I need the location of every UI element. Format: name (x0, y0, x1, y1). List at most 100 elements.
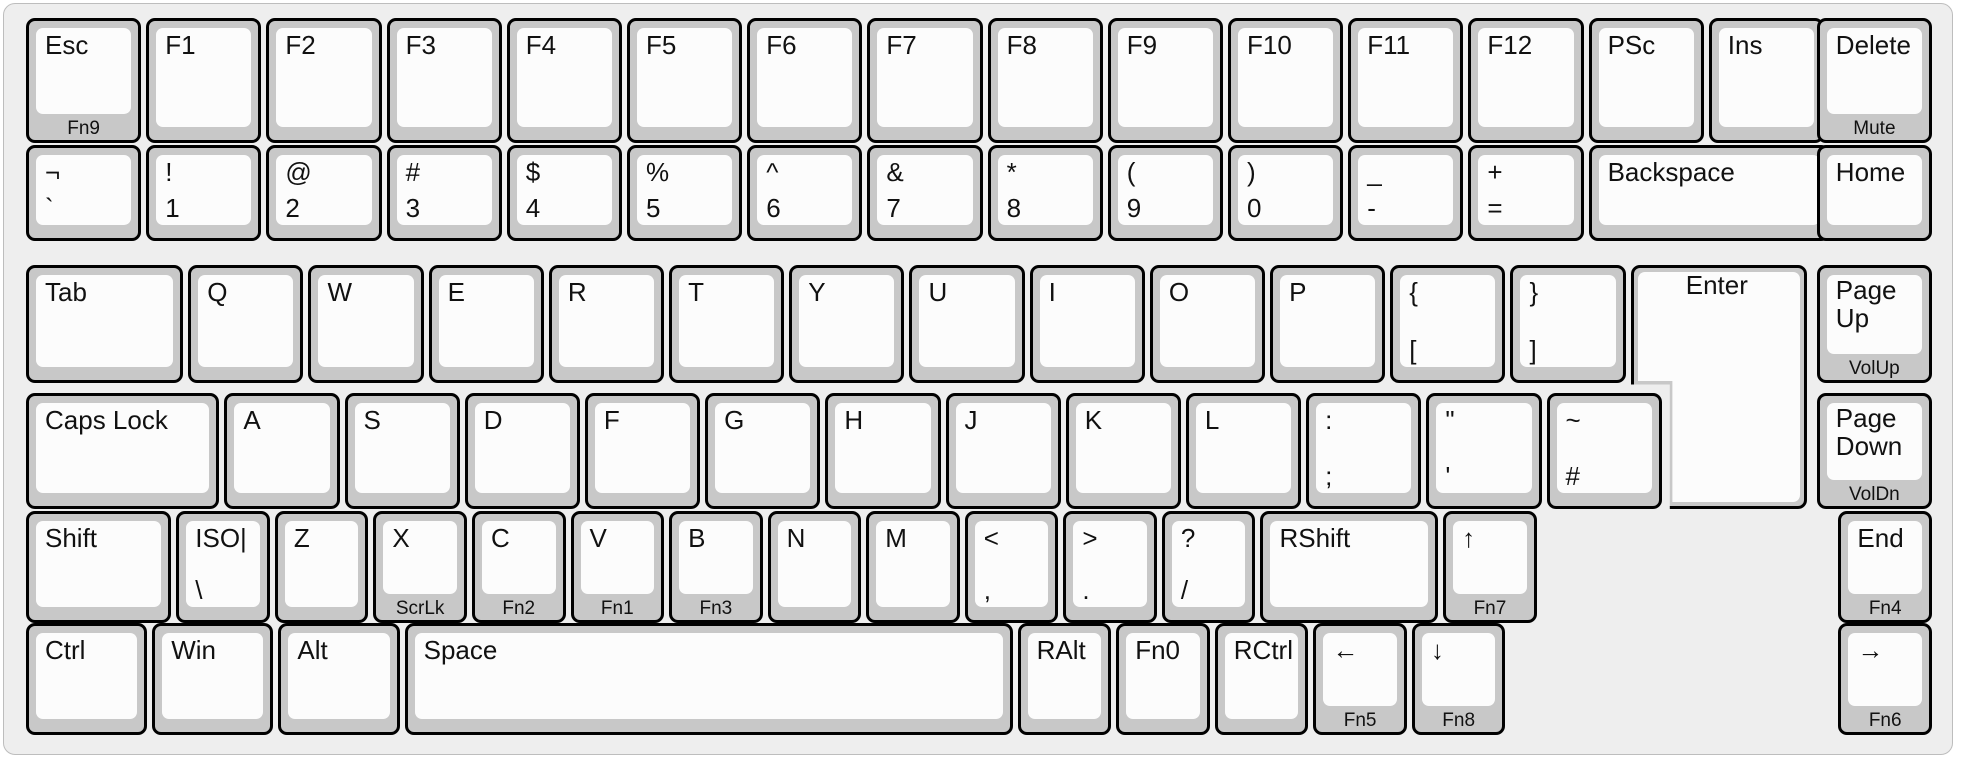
key-up[interactable]: ↑ Fn7 (1443, 511, 1537, 623)
key-digit1[interactable]: ! 1 (146, 145, 262, 241)
key-label-s: S (363, 405, 381, 435)
key-delete[interactable]: Delete Mute (1816, 18, 1932, 143)
key-home[interactable]: Home (1816, 145, 1932, 241)
key-slash[interactable]: ? / (1161, 511, 1256, 623)
key-equal[interactable]: + = (1468, 145, 1584, 241)
key-e[interactable]: E (428, 265, 544, 383)
key-a[interactable]: A (224, 393, 340, 509)
key-s[interactable]: S (344, 393, 460, 509)
key-f7[interactable]: F7 (867, 18, 983, 143)
keycap-digit2: @2 (276, 155, 372, 225)
key-y[interactable]: Y (789, 265, 905, 383)
key-digit0[interactable]: ) 0 (1228, 145, 1344, 241)
key-comma[interactable]: <, (964, 511, 1059, 623)
keycap-f11: F11 (1358, 28, 1454, 127)
key-w[interactable]: W (308, 265, 424, 383)
key-f3[interactable]: F3 (386, 18, 502, 143)
key-bracketright[interactable]: }] (1510, 265, 1626, 383)
key-d[interactable]: D (464, 393, 580, 509)
key-f8[interactable]: F8 (987, 18, 1103, 143)
key-pageup[interactable]: Page Up VolUp (1816, 265, 1932, 383)
key-label-lshift: Shift (45, 523, 98, 553)
key-f4[interactable]: F4 (506, 18, 622, 143)
key-f6[interactable]: F6 (747, 18, 863, 143)
key-v[interactable]: V Fn1 (570, 511, 665, 623)
key-r[interactable]: R (548, 265, 665, 383)
key-semicolon[interactable]: :; (1306, 393, 1422, 509)
key-f1[interactable]: F1 (146, 18, 262, 143)
key-minus[interactable]: _ - (1348, 145, 1464, 241)
keycap-f6: F6 (757, 28, 853, 127)
key-t[interactable]: T (669, 265, 785, 383)
key-x[interactable]: X ScrLk (373, 511, 467, 623)
key-u[interactable]: U (909, 265, 1025, 383)
key-space[interactable]: Space (404, 623, 1013, 735)
key-end[interactable]: End Fn4 (1838, 511, 1932, 623)
key-j[interactable]: J (945, 393, 1061, 509)
key-left[interactable]: ← Fn5 (1313, 623, 1407, 735)
key-h[interactable]: H (825, 393, 941, 509)
key-digit5[interactable]: % 5 (627, 145, 743, 241)
key-psc[interactable]: PSc (1588, 18, 1704, 143)
keycap-f9: F9 (1117, 28, 1213, 127)
key-right[interactable]: → Fn6 (1838, 623, 1932, 735)
key-lshift[interactable]: Shift (26, 511, 172, 623)
key-p[interactable]: P (1270, 265, 1386, 383)
key-label-bracketright: } (1529, 277, 1539, 307)
key-f10[interactable]: F10 (1228, 18, 1344, 143)
key-z[interactable]: Z (274, 511, 369, 623)
key-q[interactable]: Q (188, 265, 304, 383)
key-digit9[interactable]: (9 (1107, 145, 1223, 241)
key-digit6[interactable]: ^ 6 (747, 145, 863, 241)
key-period[interactable]: >. (1063, 511, 1157, 623)
keycap-i: I (1039, 275, 1135, 367)
key-label-j: J (964, 405, 978, 435)
key-k[interactable]: K (1065, 393, 1181, 509)
key-grave[interactable]: ¬ ` (26, 145, 142, 241)
key-lctrl[interactable]: Ctrl (26, 623, 148, 735)
key-label-f2: F2 (285, 30, 316, 60)
key-label-space: Space (423, 635, 498, 665)
key-label-home: Home (1835, 157, 1906, 187)
key-pagedown[interactable]: Page Down VolDn (1816, 393, 1932, 509)
key-f2[interactable]: F2 (266, 18, 382, 143)
key-digit8[interactable]: * 8 (987, 145, 1103, 241)
key-f12[interactable]: F12 (1468, 18, 1584, 143)
key-fn0[interactable]: Fn0 (1116, 623, 1210, 735)
key-g[interactable]: G (705, 393, 821, 509)
key-enter[interactable]: Enter (1630, 265, 1807, 509)
key-b[interactable]: B Fn3 (669, 511, 763, 623)
keycap-delete: Delete (1826, 28, 1922, 114)
key-ins[interactable]: Ins (1708, 18, 1824, 143)
key-o[interactable]: O (1149, 265, 1266, 383)
key-tab[interactable]: Tab (26, 265, 184, 383)
keycap-digit7: & 7 (877, 155, 973, 225)
key-lalt[interactable]: Alt (278, 623, 400, 735)
key-label-digit0: ) (1247, 157, 1256, 187)
keycap-capslock: Caps Lock (36, 403, 210, 493)
key-rctrl[interactable]: RCtrl (1214, 623, 1309, 735)
key-f[interactable]: F (584, 393, 701, 509)
key-i[interactable]: I (1029, 265, 1145, 383)
key-f5[interactable]: F5 (627, 18, 743, 143)
key-bracketleft[interactable]: {[ (1390, 265, 1506, 383)
key-esc[interactable]: Esc Fn9 (26, 18, 142, 143)
key-digit4[interactable]: $4 (506, 145, 622, 241)
key-f9[interactable]: F9 (1107, 18, 1223, 143)
key-win[interactable]: Win (152, 623, 274, 735)
key-c[interactable]: C Fn2 (471, 511, 566, 623)
key-down[interactable]: ↓ Fn8 (1411, 623, 1506, 735)
key-backspace[interactable]: Backspace (1588, 145, 1830, 241)
key-l[interactable]: L (1185, 393, 1302, 509)
key-n[interactable]: N (767, 511, 862, 623)
key-quote[interactable]: " ' (1426, 393, 1542, 509)
key-ralt[interactable]: RAlt (1017, 623, 1112, 735)
key-iso[interactable]: ISO| \ (176, 511, 270, 623)
key-digit7[interactable]: & 7 (867, 145, 983, 241)
key-m[interactable]: M (866, 511, 960, 623)
key-rshift[interactable]: RShift (1260, 511, 1439, 623)
key-f11[interactable]: F11 (1348, 18, 1464, 143)
key-digit2[interactable]: @2 (266, 145, 382, 241)
key-digit3[interactable]: #3 (386, 145, 502, 241)
key-capslock[interactable]: Caps Lock (26, 393, 220, 509)
